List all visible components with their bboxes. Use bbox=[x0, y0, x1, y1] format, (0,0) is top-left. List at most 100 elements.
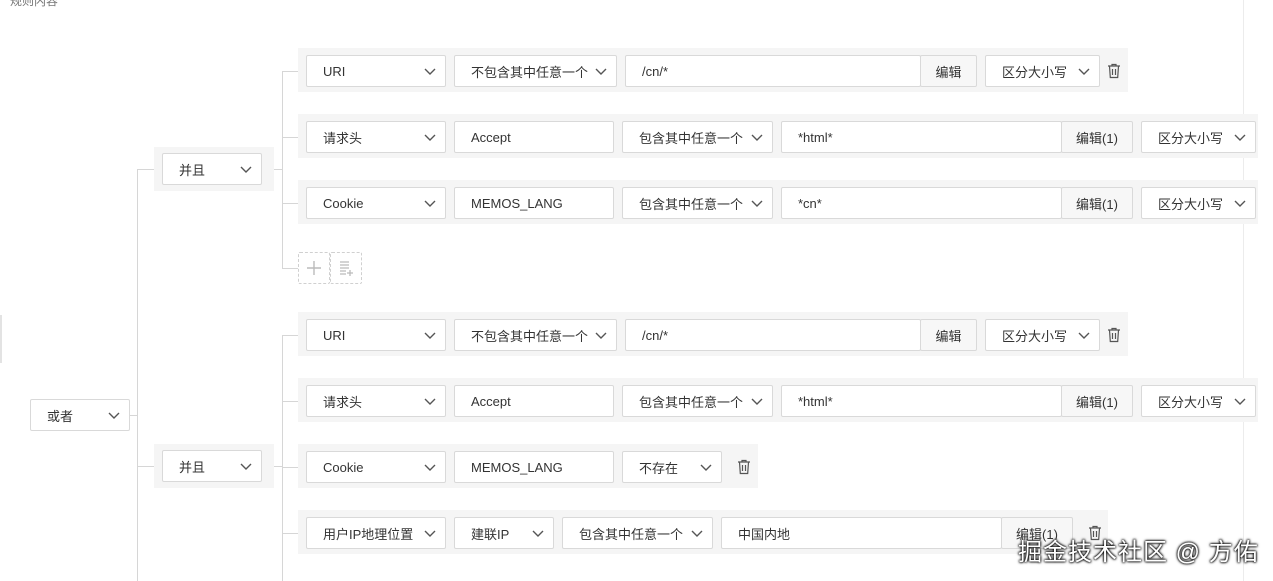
operator-label: 包含其中任意一个 bbox=[639, 196, 744, 212]
field-label: Cookie bbox=[323, 459, 364, 475]
field-label: 请求头 bbox=[323, 394, 363, 410]
panel-border bbox=[1243, 0, 1244, 581]
value-input[interactable]: /cn/* bbox=[625, 319, 921, 351]
ip-source-label: 建联IP bbox=[471, 526, 510, 542]
edit-button[interactable]: 编辑(1) bbox=[1061, 385, 1133, 417]
key-input[interactable]: Accept bbox=[454, 121, 614, 153]
add-group-icon bbox=[340, 261, 353, 276]
case-label: 区分大小写 bbox=[1002, 64, 1068, 80]
chevron-down-icon bbox=[1234, 200, 1246, 207]
root-logic-select[interactable]: 或者 bbox=[30, 399, 130, 431]
trash-icon[interactable] bbox=[1107, 327, 1121, 343]
tree-connector bbox=[282, 137, 298, 138]
case-label: 区分大小写 bbox=[1002, 328, 1068, 344]
tree-connector bbox=[282, 533, 298, 534]
operator-label: 包含其中任意一个 bbox=[639, 394, 744, 410]
field-select[interactable]: URI bbox=[306, 319, 446, 351]
operator-select[interactable]: 不包含其中任意一个 bbox=[454, 55, 617, 87]
group1-logic-select[interactable]: 并且 bbox=[162, 153, 262, 185]
field-label: 用户IP地理位置 bbox=[323, 526, 414, 542]
field-select[interactable]: Cookie bbox=[306, 451, 446, 483]
value-input[interactable]: /cn/* bbox=[625, 55, 921, 87]
case-label: 区分大小写 bbox=[1158, 130, 1224, 146]
operator-select[interactable]: 包含其中任意一个 bbox=[622, 121, 773, 153]
scroll-marker bbox=[0, 315, 2, 363]
edit-button[interactable]: 编辑(1) bbox=[1061, 187, 1133, 219]
value-input[interactable]: *html* bbox=[781, 385, 1062, 417]
chevron-down-icon bbox=[240, 463, 252, 470]
chevron-down-icon bbox=[691, 530, 703, 537]
operator-label: 包含其中任意一个 bbox=[639, 130, 744, 146]
chevron-down-icon bbox=[1078, 332, 1090, 339]
case-select[interactable]: 区分大小写 bbox=[1141, 385, 1256, 417]
chevron-down-icon bbox=[108, 412, 120, 419]
operator-select[interactable]: 包含其中任意一个 bbox=[622, 385, 773, 417]
root-logic-label: 或者 bbox=[47, 408, 74, 424]
chevron-down-icon bbox=[751, 398, 763, 405]
operator-label: 包含其中任意一个 bbox=[579, 526, 684, 542]
chevron-down-icon bbox=[424, 464, 436, 471]
operator-select[interactable]: 不包含其中任意一个 bbox=[454, 319, 617, 351]
add-condition-button[interactable] bbox=[298, 252, 330, 284]
chevron-down-icon bbox=[595, 68, 607, 75]
edit-button[interactable]: 编辑 bbox=[920, 55, 977, 87]
field-label: 请求头 bbox=[323, 130, 363, 146]
field-select[interactable]: 用户IP地理位置 bbox=[306, 517, 446, 549]
chevron-down-icon bbox=[424, 398, 436, 405]
section-title: 规则内容 bbox=[10, 0, 59, 8]
chevron-down-icon bbox=[1078, 68, 1090, 75]
case-select[interactable]: 区分大小写 bbox=[985, 319, 1100, 351]
tree-connector bbox=[282, 401, 298, 402]
tree-connector bbox=[282, 467, 298, 468]
key-input[interactable]: MEMOS_LANG bbox=[454, 451, 614, 483]
chevron-down-icon bbox=[700, 464, 712, 471]
chevron-down-icon bbox=[1234, 398, 1246, 405]
chevron-down-icon bbox=[424, 332, 436, 339]
chevron-down-icon bbox=[532, 530, 544, 537]
value-input[interactable]: *html* bbox=[781, 121, 1062, 153]
value-input[interactable]: 中国内地 bbox=[721, 517, 1002, 549]
field-select[interactable]: 请求头 bbox=[306, 385, 446, 417]
operator-select[interactable]: 包含其中任意一个 bbox=[622, 187, 773, 219]
chevron-down-icon bbox=[1234, 134, 1246, 141]
case-label: 区分大小写 bbox=[1158, 196, 1224, 212]
chevron-down-icon bbox=[424, 134, 436, 141]
group-logic-label: 并且 bbox=[179, 459, 206, 475]
operator-label: 不存在 bbox=[639, 460, 679, 476]
key-input[interactable]: MEMOS_LANG bbox=[454, 187, 614, 219]
operator-select[interactable]: 不存在 bbox=[622, 451, 722, 483]
chevron-down-icon bbox=[240, 166, 252, 173]
case-select[interactable]: 区分大小写 bbox=[1141, 187, 1256, 219]
tree-connector bbox=[282, 268, 298, 269]
field-select[interactable]: URI bbox=[306, 55, 446, 87]
field-label: URI bbox=[323, 63, 346, 79]
tree-connector bbox=[137, 169, 138, 581]
value-input[interactable]: *cn* bbox=[781, 187, 1062, 219]
add-group-button[interactable] bbox=[330, 252, 362, 284]
chevron-down-icon bbox=[595, 332, 607, 339]
chevron-down-icon bbox=[424, 530, 436, 537]
field-label: URI bbox=[323, 327, 346, 343]
group-logic-label: 并且 bbox=[179, 162, 206, 178]
chevron-down-icon bbox=[424, 68, 436, 75]
edit-button[interactable]: 编辑(1) bbox=[1061, 121, 1133, 153]
chevron-down-icon bbox=[751, 200, 763, 207]
chevron-down-icon bbox=[751, 134, 763, 141]
case-select[interactable]: 区分大小写 bbox=[985, 55, 1100, 87]
field-select[interactable]: 请求头 bbox=[306, 121, 446, 153]
edit-button[interactable]: 编辑 bbox=[920, 319, 977, 351]
trash-icon[interactable] bbox=[737, 459, 751, 475]
key-input[interactable]: Accept bbox=[454, 385, 614, 417]
operator-label: 不包含其中任意一个 bbox=[471, 328, 589, 344]
tree-connector bbox=[282, 335, 283, 581]
group2-logic-select[interactable]: 并且 bbox=[162, 450, 262, 482]
ip-source-select[interactable]: 建联IP bbox=[454, 517, 554, 549]
field-label: Cookie bbox=[323, 195, 364, 211]
trash-icon[interactable] bbox=[1107, 63, 1121, 79]
watermark: 掘金技术社区 @ 方佑 bbox=[1018, 539, 1259, 566]
field-select[interactable]: Cookie bbox=[306, 187, 446, 219]
case-select[interactable]: 区分大小写 bbox=[1141, 121, 1256, 153]
operator-select[interactable]: 包含其中任意一个 bbox=[562, 517, 713, 549]
tree-connector bbox=[282, 71, 298, 72]
case-label: 区分大小写 bbox=[1158, 394, 1224, 410]
